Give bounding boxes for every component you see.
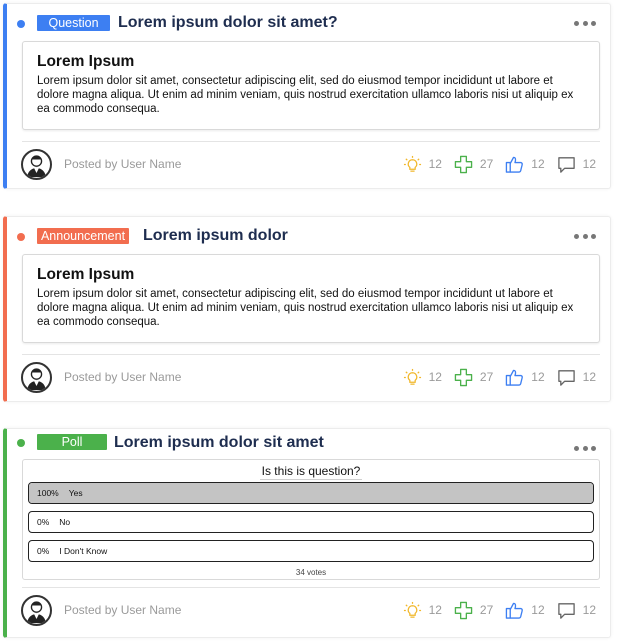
plus-button[interactable]: 27 [454,601,493,620]
poll-option-yes[interactable]: 100% Yes [28,482,594,504]
status-dot [17,233,25,241]
idea-count: 12 [428,157,442,171]
status-dot [17,439,25,447]
like-count: 12 [531,157,545,171]
comment-icon [557,602,575,619]
divider [22,587,600,588]
user-avatar-icon [27,154,46,177]
poll-option-label: I Don't Know [59,546,108,556]
avatar[interactable] [21,361,52,393]
post-footer: Posted by User Name 12 27 12 12 [21,148,596,180]
comment-count: 12 [582,603,596,617]
poll-option-percent: 100% [37,488,59,498]
post-body-title: Lorem Ipsum [37,266,135,283]
plus-icon [454,155,473,173]
poll-option-label: No [59,517,71,527]
plus-button[interactable]: 27 [454,155,493,174]
post-body-text: Lorem ipsum dolor sit amet, consectetur … [37,288,574,328]
like-count: 12 [531,370,545,384]
plus-count: 27 [479,157,494,171]
post-stats: 12 27 12 12 [391,601,596,620]
user-avatar-icon [27,600,46,623]
plus-button[interactable]: 27 [454,368,493,387]
comment-button[interactable]: 12 [557,601,596,620]
like-button[interactable]: 12 [505,601,545,620]
idea-button[interactable]: 12 [403,368,442,387]
category-badge: Poll [37,434,107,450]
post-body: Lorem Ipsum Lorem ipsum dolor sit amet, … [22,41,600,130]
posted-by[interactable]: Posted by User Name [64,370,181,384]
comment-count: 12 [582,157,596,171]
comment-button[interactable]: 12 [557,368,596,387]
plus-icon [454,601,473,619]
thumbs-up-icon [506,156,524,173]
post-title[interactable]: Lorem ipsum dolor [143,227,288,245]
poll-question: Is this is question? [259,464,363,480]
post-stats: 12 27 12 12 [391,155,596,174]
idea-button[interactable]: 12 [403,155,442,174]
category-badge: Announcement [37,228,129,244]
divider [22,354,600,355]
avatar[interactable] [21,594,52,626]
posted-by[interactable]: Posted by User Name [64,157,181,171]
post-card-question: Question Lorem ipsum dolor sit amet? Lor… [3,3,611,189]
post-body: Lorem Ipsum Lorem ipsum dolor sit amet, … [22,254,600,343]
like-button[interactable]: 12 [505,368,545,387]
avatar[interactable] [21,148,52,180]
plus-count: 27 [479,370,494,384]
divider [22,141,600,142]
poll-option-label: Yes [68,488,83,498]
post-body-text: Lorem ipsum dolor sit amet, consectetur … [37,75,574,115]
thumbs-up-icon [506,369,524,386]
more-options-button[interactable] [574,445,596,451]
comment-count: 12 [582,370,596,384]
lightbulb-icon [403,155,421,172]
poll: Is this is question? 100% Yes 0% No 0% I… [22,459,600,580]
like-count: 12 [531,603,545,617]
comment-icon [557,369,575,386]
vote-count: 34 votes [295,568,327,577]
plus-count: 27 [479,603,494,617]
post-body-title: Lorem Ipsum [37,53,135,70]
posted-by[interactable]: Posted by User Name [64,603,181,617]
category-badge: Question [37,15,110,31]
more-options-button[interactable] [574,233,596,239]
post-footer: Posted by User Name 12 27 12 12 [21,361,596,393]
post-card-poll: Poll Lorem ipsum dolor sit amet Is this … [3,428,611,638]
poll-option-dont-know[interactable]: 0% I Don't Know [28,540,594,562]
like-button[interactable]: 12 [505,155,545,174]
lightbulb-icon [403,601,421,618]
thumbs-up-icon [506,602,524,619]
post-title[interactable]: Lorem ipsum dolor sit amet [114,434,324,452]
plus-icon [454,368,473,386]
idea-count: 12 [428,603,442,617]
status-dot [17,20,25,28]
post-card-announcement: Announcement Lorem ipsum dolor Lorem Ips… [3,216,611,402]
more-options-button[interactable] [574,20,596,26]
idea-count: 12 [428,370,442,384]
poll-option-percent: 0% [37,546,50,556]
poll-option-no[interactable]: 0% No [28,511,594,533]
lightbulb-icon [403,368,421,385]
comment-button[interactable]: 12 [557,155,596,174]
post-title[interactable]: Lorem ipsum dolor sit amet? [118,14,338,32]
user-avatar-icon [27,367,46,390]
idea-button[interactable]: 12 [403,601,442,620]
post-footer: Posted by User Name 12 27 12 12 [21,594,596,626]
comment-icon [557,156,575,173]
post-stats: 12 27 12 12 [391,368,596,387]
poll-option-fill [29,483,593,503]
poll-option-percent: 0% [37,517,50,527]
